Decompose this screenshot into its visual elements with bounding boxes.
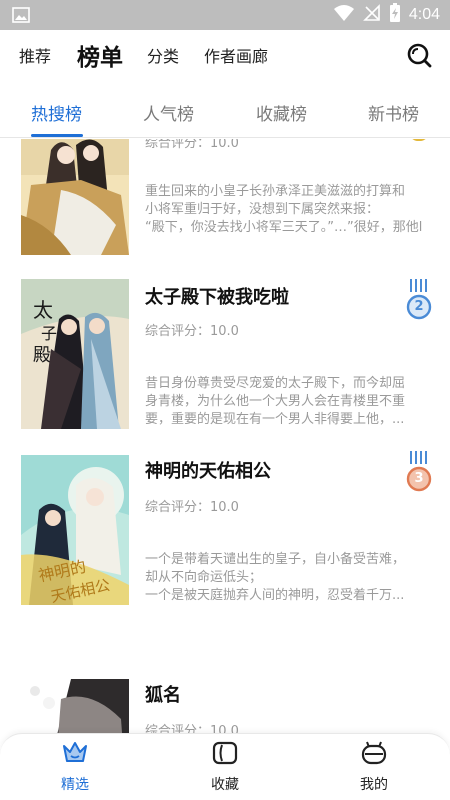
wifi-icon (333, 4, 355, 26)
tab-popularity[interactable]: 人气榜 (143, 100, 194, 125)
book-description: 昔日身份尊贵受尽宠爱的太子殿下，而今却屈 身青楼，为什么他一个大男人会在青楼里不… (145, 375, 433, 429)
book-rating: 综合评分：10.0 (145, 724, 239, 733)
status-bar: 4:04 (0, 0, 450, 30)
rank-medal-gold-icon (404, 139, 434, 142)
book-list[interactable]: 综合评分：10.0 重生回来的小皇子长孙承泽正美滋滋的打算和 小将军重归于好，没… (0, 139, 450, 733)
search-icon[interactable] (406, 42, 432, 72)
svg-text:殿: 殿 (33, 345, 51, 366)
svg-text:子: 子 (41, 324, 57, 343)
topnav-author-gallery[interactable]: 作者画廊 (204, 43, 268, 67)
book-card-3[interactable]: 神明的 天佑相公 神明的天佑相公 综合评分：10.0 一个是带着天谴出生的皇子，… (0, 451, 450, 615)
bottomnav-label: 收藏 (211, 777, 239, 793)
topnav-rankings[interactable]: 榜单 (77, 38, 123, 72)
topnav-categories[interactable]: 分类 (147, 43, 179, 67)
book-rating: 综合评分：10.0 (145, 500, 239, 515)
book-description-line: 却从不向命运低头； (145, 570, 263, 585)
book-title[interactable]: 太子殿下被我吃啦 (145, 283, 289, 309)
tab-hot-search[interactable]: 热搜榜 (31, 100, 82, 125)
book-title[interactable]: 狐名 (145, 681, 181, 707)
status-time: 4:04 (408, 6, 440, 23)
book-description-line: “殿下，你没去找小将军三天了。”…”很好，那他l (145, 220, 423, 235)
tab-new-books[interactable]: 新书榜 (368, 100, 419, 125)
battery-charging-icon (389, 3, 401, 27)
profile-icon (360, 741, 388, 770)
topnav-recommend[interactable]: 推荐 (19, 43, 51, 67)
book-card-1[interactable]: 综合评分：10.0 重生回来的小皇子长孙承泽正美滋滋的打算和 小将军重归于好，没… (0, 139, 450, 285)
bottomnav-label: 我的 (360, 777, 388, 793)
book-card-2[interactable]: 太 子 殿 太子殿下被我吃啦 综合评分：10.0 昔日身份尊贵受尽宠爱的太子殿下… (0, 279, 450, 439)
tab-favorites[interactable]: 收藏榜 (256, 100, 307, 125)
book-title[interactable]: 神明的天佑相公 (145, 457, 271, 483)
book-cover[interactable] (21, 679, 129, 733)
no-signal-icon (362, 4, 381, 26)
book-description-line: 一个是带着天谴出生的皇子，自小备受苦难， (145, 552, 406, 567)
book-description-line: 一个是被天庭抛弃人间的神明，忍受着千万... (145, 588, 405, 603)
book-description-line: 要，重要的是现在有一个男人非得要上他，... (145, 412, 405, 427)
bottomnav-favorites[interactable]: 收藏 (185, 740, 265, 794)
book-description-line: 昔日身份尊贵受尽宠爱的太子殿下，而今却屈 (145, 376, 406, 391)
book-description: 一个是带着天谴出生的皇子，自小备受苦难， 却从不向命运低头； 一个是被天庭抛弃人… (145, 551, 433, 605)
rank-medal-silver-icon: 2 (404, 279, 434, 321)
svg-text:太: 太 (33, 298, 53, 322)
book-cover[interactable] (21, 139, 129, 255)
bottom-navigation: 精选 收藏 我的 (0, 733, 450, 800)
rank-number: 2 (414, 299, 424, 314)
bottomnav-featured[interactable]: 精选 (35, 740, 115, 794)
book-description-line: 重生回来的小皇子长孙承泽正美滋滋的打算和 (145, 184, 406, 199)
book-description-line: 小将军重归于好，没想到下属突然来报： (145, 202, 380, 217)
top-navigation: 推荐 榜单 分类 作者画廊 (0, 30, 450, 78)
book-description: 重生回来的小皇子长孙承泽正美滋滋的打算和 小将军重归于好，没想到下属突然来报： … (145, 183, 433, 237)
bottomnav-profile[interactable]: 我的 (334, 740, 414, 794)
book-description-line: 身青楼，为什么他一个大男人会在青楼里不重 (145, 394, 406, 409)
book-cover[interactable]: 神明的 天佑相公 (21, 455, 129, 605)
book-cover[interactable]: 太 子 殿 (21, 279, 129, 429)
rank-medal-bronze-icon: 3 (404, 451, 434, 493)
book-rating: 综合评分：10.0 (145, 139, 239, 151)
crown-icon (61, 742, 89, 770)
ranking-tabs: 热搜榜 人气榜 收藏榜 新书榜 (0, 78, 450, 138)
active-tab-indicator (31, 134, 83, 137)
bottomnav-label: 精选 (61, 777, 89, 793)
book-card-4[interactable]: 狐名 综合评分：10.0 (0, 679, 450, 733)
book-rating: 综合评分：10.0 (145, 324, 239, 339)
bookshelf-icon (211, 741, 239, 770)
gallery-notification-icon (12, 7, 30, 27)
rank-number: 3 (414, 471, 424, 486)
